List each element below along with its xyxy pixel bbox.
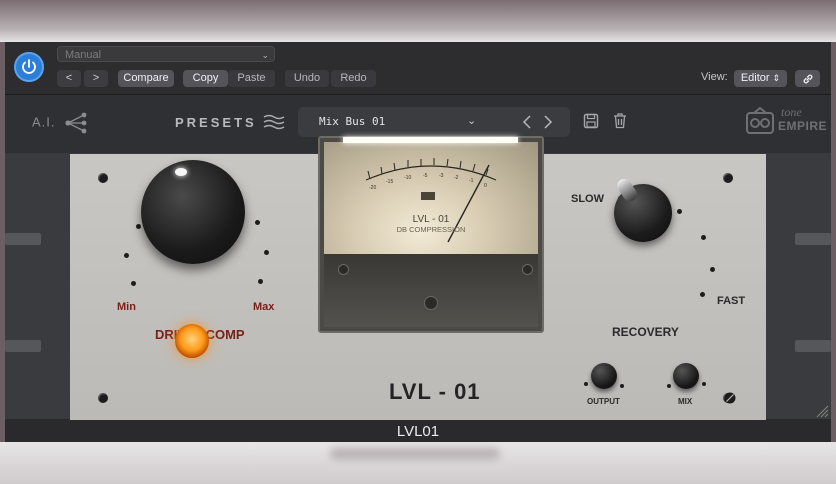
preset-dropdown-icon[interactable]: ⌄ [467, 114, 476, 127]
host-header: Manual ⌄ < > Compare Copy Paste Undo Red… [5, 42, 831, 95]
power-icon [22, 59, 36, 74]
view-value: Editor [740, 72, 770, 84]
max-label: Max [253, 301, 275, 313]
undo-button[interactable]: Undo [285, 70, 329, 87]
host-preset-select[interactable]: Manual ⌄ [57, 46, 275, 62]
meter-tick-label: 0 [484, 183, 487, 189]
link-button[interactable] [795, 70, 820, 87]
rack-ear [795, 233, 831, 245]
rack-ear [5, 233, 41, 245]
previous-preset-button[interactable]: < [57, 70, 81, 87]
scale-dot [710, 267, 715, 272]
mix-label: MIX [678, 397, 693, 406]
scale-dot [701, 235, 706, 240]
drive-comp-knob[interactable] [141, 160, 245, 264]
unit-name-label: LVL - 01 [389, 379, 481, 404]
resize-handle-icon[interactable] [815, 404, 829, 418]
next-preset-button[interactable]: > [84, 70, 108, 87]
view-select[interactable]: Editor ⇕ [734, 70, 787, 87]
plugin-title: LVL01 [396, 423, 440, 440]
scale-dot [667, 384, 671, 388]
redo-button[interactable]: Redo [331, 70, 376, 87]
tone-empire-logo: tone EMPIRE [745, 105, 827, 137]
background-bottom [0, 442, 836, 484]
copy-button[interactable]: Copy [183, 70, 228, 87]
meter-zero-adjust[interactable] [424, 296, 438, 310]
rack-ear [795, 340, 831, 352]
scale-dot [258, 279, 263, 284]
scale-dot [702, 382, 706, 386]
ai-label: A.I. [32, 114, 56, 130]
background-top [0, 0, 836, 42]
recovery-label: RECOVERY [612, 325, 679, 339]
next-preset-chevron-icon[interactable] [543, 115, 553, 129]
screw [98, 173, 108, 183]
meter-tick-label: -2 [454, 175, 459, 181]
meter-tick-label: -3 [439, 173, 444, 179]
scale-dot [255, 220, 260, 225]
drive-indicator-led [175, 324, 209, 358]
meter-subtitle-text: DB COMPRESSION [397, 225, 466, 234]
scale-dot [677, 209, 682, 214]
meter-tick-label: -10 [404, 175, 411, 181]
vu-meter: -20 -15 -10 -5 -3 -2 -1 0 LVL - 01 DB CO… [318, 136, 544, 333]
brand-top-text: tone [781, 105, 802, 119]
brand-radio-icon [746, 107, 774, 134]
slow-label: SLOW [571, 193, 604, 205]
power-button[interactable] [14, 52, 44, 82]
screw [98, 393, 108, 403]
scale-dot [136, 224, 141, 229]
brand-bottom-text: EMPIRE [778, 119, 828, 133]
meter-model-text: LVL - 01 [413, 214, 450, 225]
paste-button[interactable]: Paste [228, 70, 275, 87]
output-knob[interactable] [591, 363, 617, 389]
meter-lamp [343, 137, 518, 143]
slash-screw-icon [724, 392, 736, 404]
scale-dot [124, 253, 129, 258]
plugin-footer: LVL01 [5, 420, 831, 442]
scale-dot [620, 384, 624, 388]
output-label: OUTPUT [587, 397, 620, 406]
host-preset-value: Manual [65, 49, 102, 61]
scale-dot [264, 250, 269, 255]
scale-dot [131, 281, 136, 286]
fast-label: FAST [717, 295, 746, 307]
view-label: View: [701, 71, 728, 83]
min-label: Min [117, 301, 136, 313]
meter-tick-label: -15 [386, 179, 393, 185]
share-nodes-icon [65, 112, 87, 134]
meter-tick-label: -20 [369, 185, 376, 191]
recovery-knob[interactable] [614, 176, 672, 242]
meter-tick-label: -1 [469, 178, 474, 184]
rack-ear [5, 340, 41, 352]
compare-button[interactable]: Compare [118, 70, 174, 87]
meter-scale: -20 -15 -10 -5 -3 -2 -1 0 LVL - 01 DB CO… [365, 158, 497, 243]
scale-dot [584, 382, 588, 386]
meter-housing-lower [324, 254, 538, 327]
mix-knob[interactable] [673, 363, 699, 389]
preset-selector[interactable]: Mix Bus 01 ⌄ [298, 107, 570, 137]
chevron-down-icon: ⌄ [261, 50, 269, 60]
meter-screw [338, 264, 349, 275]
screw [723, 173, 733, 183]
ai-button[interactable]: A.I. [32, 112, 90, 134]
preset-list-icon[interactable] [263, 113, 285, 131]
trash-icon[interactable] [612, 112, 628, 129]
meter-face: -20 -15 -10 -5 -3 -2 -1 0 LVL - 01 DB CO… [324, 142, 538, 254]
knob-indicator [175, 168, 187, 176]
meter-screw [522, 264, 533, 275]
prev-preset-chevron-icon[interactable] [522, 115, 532, 129]
save-icon[interactable] [583, 113, 599, 129]
meter-tick-label: -5 [423, 173, 428, 179]
meter-brand-badge [421, 192, 435, 200]
preset-name: Mix Bus 01 [319, 115, 386, 128]
updown-chevron-icon: ⇕ [772, 73, 781, 83]
link-icon [803, 74, 812, 84]
presets-label: PRESETS [175, 115, 257, 130]
scale-dot [700, 292, 705, 297]
